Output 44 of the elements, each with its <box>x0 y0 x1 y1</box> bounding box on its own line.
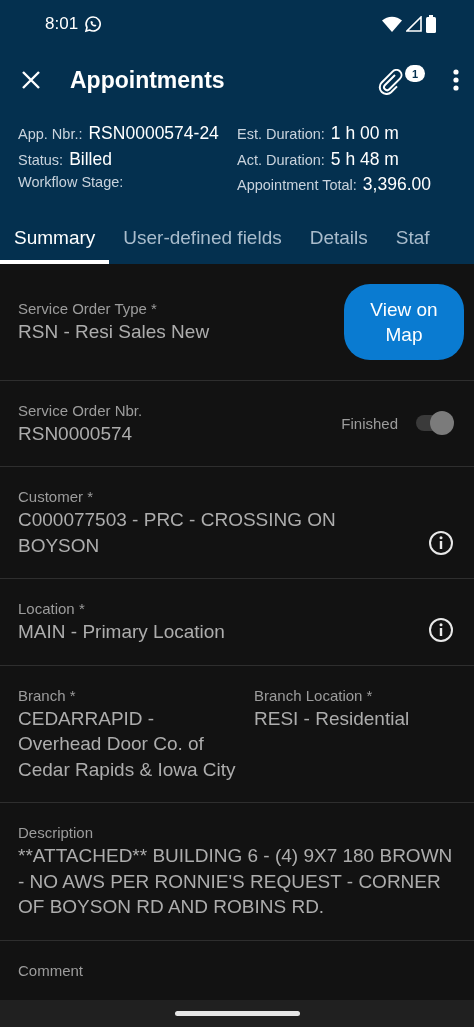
summary-value: 3,396.00 <box>362 174 431 195</box>
tab[interactable]: Summary <box>0 216 110 264</box>
summary-value: Billed <box>69 148 112 170</box>
summary-label: Status: <box>18 151 64 168</box>
signal-icon <box>406 15 422 32</box>
battery-icon <box>426 14 436 33</box>
field-value: RSN0000574 <box>18 421 133 446</box>
chat-icon <box>84 14 103 33</box>
close-icon[interactable] <box>20 69 42 91</box>
wifi-icon <box>382 15 402 32</box>
field-label: Branch Location * <box>254 685 373 706</box>
tab[interactable]: Details <box>295 216 382 264</box>
field-value: RESI - Residential <box>254 706 410 731</box>
field-label: Location * <box>18 599 85 619</box>
status-time: 8:01 <box>45 13 79 34</box>
summary-label: App. Nbr.: <box>18 126 83 142</box>
tab[interactable]: Staf <box>381 216 430 264</box>
toggle-label: Finished <box>341 414 398 432</box>
summary-label: Workflow Stage: <box>18 174 124 190</box>
summary-value: RSN0000574-24 <box>88 123 219 144</box>
tab[interactable]: User-defined fields <box>109 216 296 264</box>
more-icon[interactable] <box>452 68 460 92</box>
field-label: Comment <box>18 960 84 981</box>
info-icon[interactable] <box>428 616 454 643</box>
field-label: Branch * <box>18 685 76 706</box>
summary-label: Appointment Total: <box>237 177 357 193</box>
field-value: CEDARRAPID - Overhead Door Co. of Cedar Rapids & Iowa City <box>18 706 237 782</box>
field-label: Customer * <box>18 487 94 507</box>
summary-label: Act. Duration: <box>237 151 325 168</box>
summary-value: 1 h 00 m <box>330 123 399 144</box>
field-value: **ATTACHED** BUILDING 6 - (4) 9X7 180 BROWN - NO AWS PER RONNIE'S REQUEST - CORNER OF BOYSON RD AND ROBINS RD. <box>18 844 454 919</box>
field-value: RSN - Resi Sales New <box>18 319 210 344</box>
view-on-map-button[interactable]: View on Map <box>344 283 464 360</box>
field-value: MAIN - Primary Location <box>18 620 225 644</box>
summary-label: Est. Duration: <box>237 126 325 142</box>
info-icon[interactable] <box>428 530 454 556</box>
field-value: C000077503 - PRC - CROSSING ON BOYSON <box>18 508 337 558</box>
screen-title: Appointments <box>70 66 226 94</box>
attachment-count-badge: 1 <box>405 65 425 82</box>
field-label: Service Order Type * <box>18 298 157 319</box>
summary-value: 5 h 48 m <box>330 148 399 170</box>
field-label: Service Order Nbr. <box>18 400 143 421</box>
paperclip-icon[interactable] <box>378 69 404 95</box>
field-label: Description <box>18 823 94 843</box>
